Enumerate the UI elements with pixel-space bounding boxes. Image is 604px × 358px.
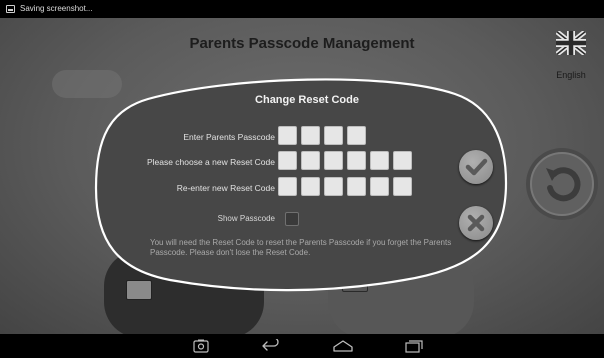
close-icon — [467, 214, 485, 232]
passcode-digit-box[interactable] — [278, 126, 297, 145]
confirm-button[interactable] — [459, 150, 493, 184]
enter-passcode-field[interactable] — [278, 126, 366, 145]
new-reset-code-label: Please choose a new Reset Code — [146, 157, 275, 167]
screenshot-icon — [6, 5, 15, 13]
reset-code-digit-box[interactable] — [347, 151, 366, 170]
reset-code-digit-box[interactable] — [278, 151, 297, 170]
passcode-digit-box[interactable] — [324, 126, 343, 145]
reset-code-digit-box[interactable] — [324, 151, 343, 170]
enter-passcode-label: Enter Parents Passcode — [183, 132, 275, 142]
reenter-code-digit-box[interactable] — [347, 177, 366, 196]
modal-title: Change Reset Code — [255, 94, 359, 106]
show-passcode-checkbox[interactable] — [285, 212, 299, 226]
app-area: Parents Passcode Management English Chan… — [0, 18, 604, 334]
status-bar: Saving screenshot... — [0, 0, 604, 18]
reenter-code-digit-box[interactable] — [324, 177, 343, 196]
reset-code-digit-box[interactable] — [393, 151, 412, 170]
reenter-code-digit-box[interactable] — [370, 177, 389, 196]
reenter-code-digit-box[interactable] — [278, 177, 297, 196]
reenter-reset-code-label: Re-enter new Reset Code — [176, 183, 275, 193]
reenter-code-digit-box[interactable] — [301, 177, 320, 196]
modal-dialog — [94, 78, 508, 292]
home-icon[interactable] — [332, 339, 354, 353]
reset-code-digit-box[interactable] — [301, 151, 320, 170]
reenter-reset-code-field[interactable] — [278, 177, 412, 196]
back-icon[interactable] — [261, 339, 281, 353]
reenter-code-digit-box[interactable] — [393, 177, 412, 196]
passcode-digit-box[interactable] — [301, 126, 320, 145]
show-passcode-label: Show Passcode — [217, 214, 275, 223]
check-icon — [465, 158, 488, 176]
recents-icon[interactable] — [404, 339, 424, 353]
reset-code-note: You will need the Reset Code to reset th… — [150, 238, 452, 257]
cancel-button[interactable] — [459, 206, 493, 240]
camera-icon[interactable] — [193, 339, 209, 353]
status-notification-text: Saving screenshot... — [20, 4, 93, 13]
passcode-digit-box[interactable] — [347, 126, 366, 145]
reset-code-digit-box[interactable] — [370, 151, 389, 170]
navigation-bar — [0, 334, 604, 358]
new-reset-code-field[interactable] — [278, 151, 412, 170]
